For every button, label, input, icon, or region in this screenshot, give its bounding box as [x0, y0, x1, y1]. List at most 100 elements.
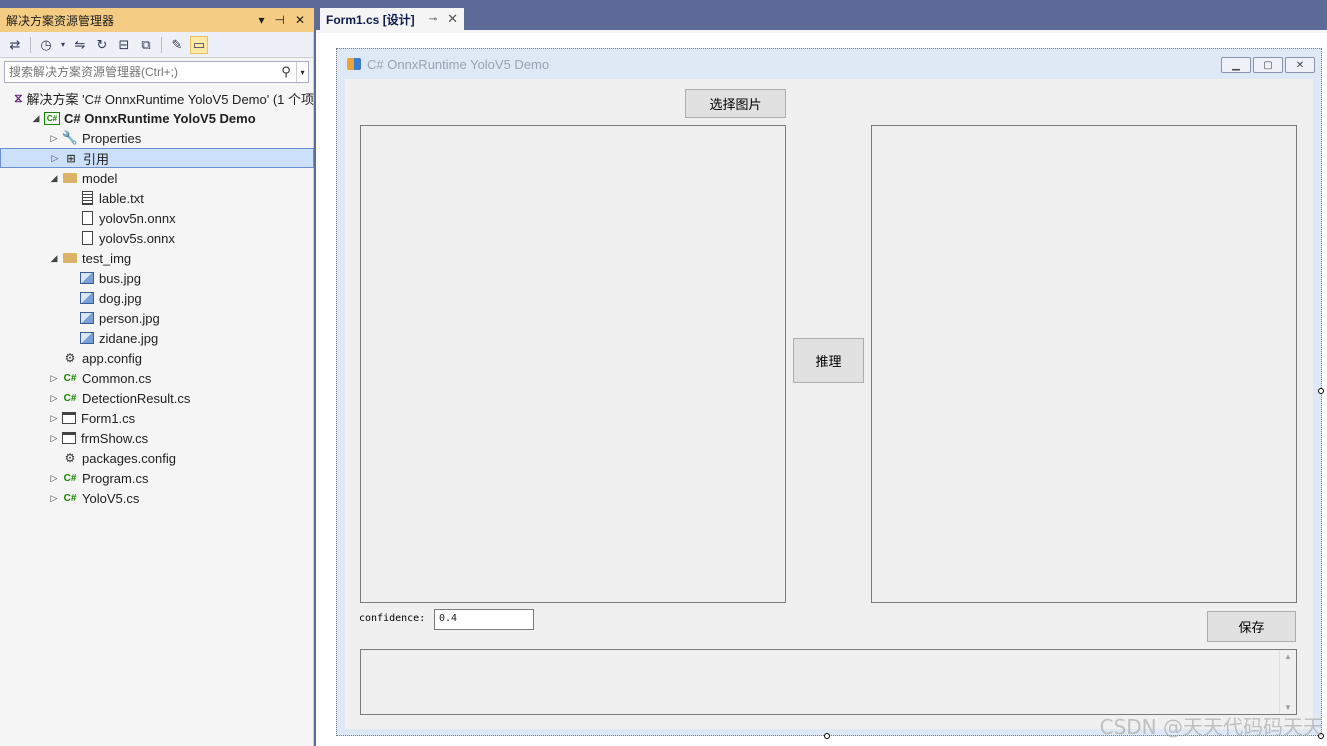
tree-item[interactable]: ▷ C# DetectionResult.cs: [0, 388, 314, 408]
solution-tree: ⧖ 解决方案 'C# OnnxRuntime YoloV5 Demo' (1 个项…: [0, 88, 314, 508]
tab-label: Form1.cs [设计]: [326, 12, 415, 27]
tree-item[interactable]: ◢ test_img: [0, 248, 314, 268]
tree-item[interactable]: ▷ C# Common.cs: [0, 368, 314, 388]
collapse-arrow-icon[interactable]: ◢: [48, 173, 60, 184]
expand-arrow-icon[interactable]: ▷: [48, 433, 60, 444]
text-file-icon: [82, 191, 93, 205]
tree-item[interactable]: lable.txt: [0, 188, 314, 208]
tree-item-label: Program.cs: [82, 470, 149, 486]
resize-handle-right[interactable]: [1318, 388, 1324, 394]
search-options-dropdown-icon[interactable]: ▾: [296, 62, 308, 82]
output-textbox[interactable]: ▲ ▼: [360, 649, 1297, 715]
form-title: C# OnnxRuntime YoloV5 Demo: [367, 56, 550, 72]
result-picture-box[interactable]: [871, 125, 1297, 603]
csharp-file-icon: C#: [63, 392, 77, 404]
search-input[interactable]: [5, 65, 276, 79]
tree-item-label: packages.config: [82, 450, 176, 466]
close-tab-icon[interactable]: ✕: [447, 11, 458, 27]
expand-arrow-icon[interactable]: ▷: [49, 153, 61, 164]
expand-arrow-icon[interactable]: ▷: [48, 413, 60, 424]
tree-item[interactable]: bus.jpg: [0, 268, 314, 288]
form-icon: [62, 432, 76, 444]
maximize-icon[interactable]: ▢: [1253, 57, 1283, 73]
vertical-scrollbar[interactable]: ▲ ▼: [1279, 650, 1296, 714]
csharp-project-icon: C#: [44, 111, 60, 125]
tree-item[interactable]: ◢ model: [0, 168, 314, 188]
tree-item[interactable]: ⚙ app.config: [0, 348, 314, 368]
confidence-label: confidence:: [359, 613, 426, 624]
tree-item[interactable]: zidane.jpg: [0, 328, 314, 348]
refresh-icon[interactable]: ↻: [93, 36, 111, 54]
tree-item[interactable]: ▷ ⊞ 引用: [0, 148, 314, 168]
tree-item-label: Properties: [82, 130, 142, 146]
image-icon: [80, 312, 94, 324]
tree-item[interactable]: ◢ C# C# OnnxRuntime YoloV5 Demo: [0, 108, 314, 128]
expand-arrow-icon[interactable]: ▷: [48, 473, 60, 484]
folder-icon: [63, 253, 77, 263]
image-icon: [80, 332, 94, 344]
tab-form1-designer[interactable]: Form1.cs [设计] ⊸ ✕: [320, 8, 464, 30]
dropdown-arrow-icon[interactable]: ▾: [59, 36, 67, 54]
scroll-up-icon[interactable]: ▲: [1284, 652, 1292, 661]
tree-item[interactable]: ▷ Form1.cs: [0, 408, 314, 428]
tree-item[interactable]: dog.jpg: [0, 288, 314, 308]
expand-arrow-icon[interactable]: ▷: [48, 493, 60, 504]
sync-with-document-icon[interactable]: ⇋: [71, 36, 89, 54]
save-button[interactable]: 保存: [1207, 611, 1296, 642]
solution-explorer-title-bar: 解决方案资源管理器 ▾ ⊣ ✕: [0, 8, 313, 32]
tree-item-label: test_img: [82, 250, 132, 266]
solution-explorer-search[interactable]: ⚲ ▾: [4, 61, 309, 83]
tree-item-label: frmShow.cs: [81, 430, 149, 446]
window-position-dropdown-icon[interactable]: ▾: [258, 13, 264, 27]
tree-item[interactable]: ⧖ 解决方案 'C# OnnxRuntime YoloV5 Demo' (1 个项: [0, 88, 314, 108]
expand-arrow-icon[interactable]: ▷: [48, 133, 60, 144]
close-window-icon[interactable]: ✕: [1285, 57, 1315, 73]
file-icon: [82, 231, 93, 245]
switch-views-icon[interactable]: ⇄: [6, 36, 24, 54]
collapse-arrow-icon[interactable]: ◢: [48, 253, 60, 264]
collapse-arrow-icon[interactable]: ◢: [30, 113, 42, 124]
tree-item[interactable]: ▷ C# YoloV5.cs: [0, 488, 314, 508]
collapse-all-icon[interactable]: ⊟: [115, 36, 133, 54]
form-window[interactable]: C# OnnxRuntime YoloV5 Demo ▁ ▢ ✕ 选择图片 推理…: [336, 48, 1322, 736]
show-all-files-icon[interactable]: ⧉: [137, 36, 155, 54]
file-icon: [82, 211, 93, 225]
minimize-icon[interactable]: ▁: [1221, 57, 1251, 73]
document-tab-well: [316, 0, 1327, 30]
tree-item[interactable]: ⚙ packages.config: [0, 448, 314, 468]
select-image-button[interactable]: 选择图片: [685, 89, 786, 118]
tree-item[interactable]: ▷ frmShow.cs: [0, 428, 314, 448]
close-icon[interactable]: ✕: [295, 13, 305, 27]
search-icon[interactable]: ⚲: [276, 64, 296, 80]
pin-tab-icon[interactable]: ⊸: [429, 14, 437, 25]
tree-item-label: 引用: [83, 151, 110, 167]
pending-changes-icon[interactable]: ◷: [37, 36, 55, 54]
tree-item-label: zidane.jpg: [99, 330, 159, 346]
tree-item-label: Form1.cs: [81, 410, 136, 426]
solution-explorer-title: 解决方案资源管理器: [6, 13, 115, 28]
expand-arrow-icon[interactable]: ▷: [48, 393, 60, 404]
image-icon: [80, 272, 94, 284]
tree-item[interactable]: ▷ 🔧 Properties: [0, 128, 314, 148]
preview-selected-items-icon[interactable]: ▭: [190, 35, 208, 54]
resize-handle-bottom[interactable]: [824, 733, 830, 739]
infer-button[interactable]: 推理: [793, 338, 864, 383]
csharp-file-icon: C#: [63, 472, 77, 484]
tree-item-label: model: [82, 170, 118, 186]
tree-item-label: YoloV5.cs: [82, 490, 140, 506]
pin-icon[interactable]: ⊣: [274, 13, 284, 27]
form-title-bar: C# OnnxRuntime YoloV5 Demo ▁ ▢ ✕: [337, 49, 1321, 79]
tree-item[interactable]: ▷ C# Program.cs: [0, 468, 314, 488]
properties-wrench-icon[interactable]: ✎: [168, 36, 186, 54]
tree-item[interactable]: yolov5n.onnx: [0, 208, 314, 228]
tree-item[interactable]: yolov5s.onnx: [0, 228, 314, 248]
tree-item-label: dog.jpg: [99, 290, 142, 306]
folder-icon: [63, 173, 77, 183]
confidence-input[interactable]: 0.4: [434, 609, 534, 630]
form-icon: [62, 412, 76, 424]
references-icon: ⊞: [66, 152, 76, 165]
expand-arrow-icon[interactable]: ▷: [48, 373, 60, 384]
tree-item-label: bus.jpg: [99, 270, 141, 286]
tree-item[interactable]: person.jpg: [0, 308, 314, 328]
source-picture-box[interactable]: [360, 125, 786, 603]
